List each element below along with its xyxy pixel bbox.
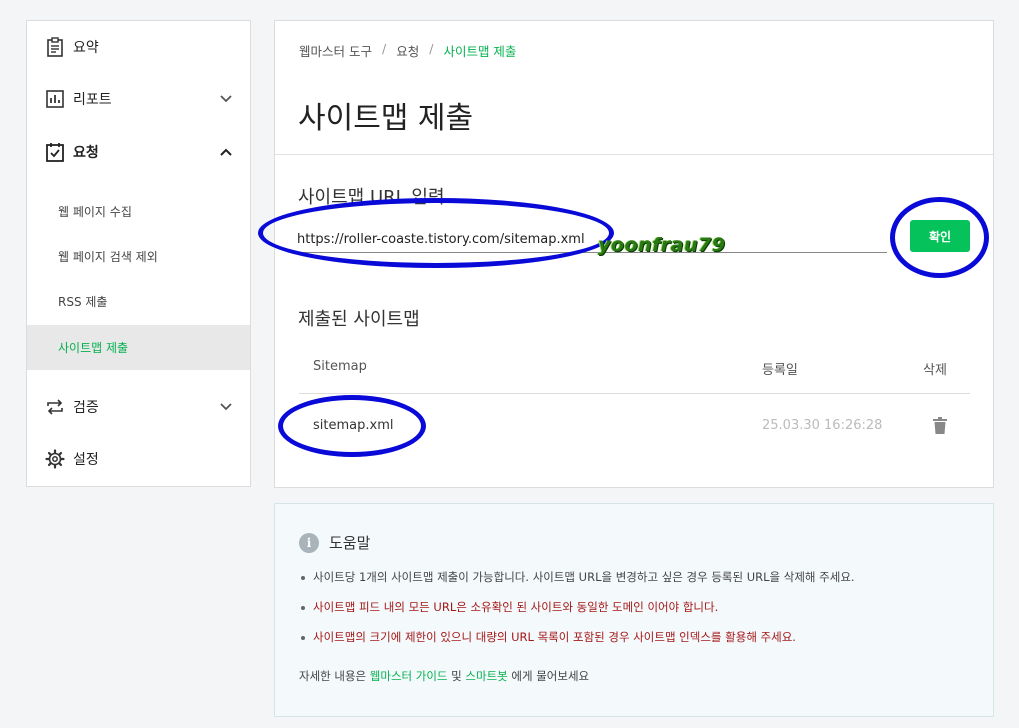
sidebar-item-label: 검증 [73, 400, 99, 416]
sidebar-item-report[interactable]: 리포트 [27, 74, 250, 124]
sidebar-item-summary[interactable]: 요약 [27, 22, 250, 72]
confirm-button[interactable]: 확인 [910, 220, 970, 252]
repeat-icon [45, 397, 65, 417]
table-cell-sitemap[interactable]: sitemap.xml [313, 418, 393, 433]
breadcrumb-separator: / [381, 41, 387, 56]
watermark-text: yoonfrau79 [598, 234, 726, 256]
sidebar-item-verify[interactable]: 검증 [27, 382, 250, 432]
help-title-text: 도움말 [329, 534, 371, 552]
breadcrumb-separator: / [429, 41, 434, 56]
sidebar-subitem-label: 웹 페이지 수집 [58, 205, 132, 219]
page-title: 사이트맵 제출 [298, 101, 474, 136]
checkbox-icon [45, 142, 65, 162]
table-header-date: 등록일 [762, 363, 798, 378]
chevron-down-icon[interactable] [218, 399, 234, 415]
sidebar-item-label: 요약 [73, 40, 99, 56]
breadcrumb-current: 사이트맵 제출 [443, 44, 517, 59]
sidebar-subitem-page-collect[interactable]: 웹 페이지 수집 [27, 189, 250, 234]
clipboard-icon [45, 37, 65, 57]
trash-icon[interactable] [933, 417, 947, 434]
help-item-warning: 사이트맵 피드 내의 모든 URL은 소유확인 된 사이트와 동일한 도메인 이… [299, 600, 855, 615]
help-footer: 자세한 내용은 웹마스터 가이드 및 스마트봇 에게 물어보세요 [299, 668, 589, 684]
sitemap-url-input[interactable] [297, 227, 887, 253]
sidebar-item-label: 설정 [73, 452, 99, 468]
sidebar-subitem-search-exclude[interactable]: 웹 페이지 검색 제외 [27, 234, 250, 279]
table-header-sitemap: Sitemap [313, 359, 367, 374]
sidebar-nav: 요약 리포트 요청 웹 페이지 수집 웹 페이지 검색 제외 RSS 제출 사이… [26, 20, 251, 487]
sidebar-subitem-sitemap[interactable]: 사이트맵 제출 [27, 325, 250, 370]
sidebar-item-label: 리포트 [73, 92, 112, 108]
help-item: 사이트당 1개의 사이트맵 제출이 가능합니다. 사이트맵 URL을 변경하고 … [299, 570, 855, 585]
sidebar-subitem-label: 웹 페이지 검색 제외 [58, 250, 158, 264]
breadcrumb: 웹마스터 도구 / 요청 / 사이트맵 제출 [299, 41, 516, 60]
help-footer-prefix: 자세한 내용은 [299, 669, 367, 683]
chevron-up-icon[interactable] [218, 144, 234, 160]
sidebar-subitem-label: 사이트맵 제출 [58, 341, 129, 355]
bar-chart-icon [45, 89, 65, 109]
sidebar-item-request[interactable]: 요청 [27, 127, 250, 177]
sidebar-item-settings[interactable]: 설정 [27, 434, 250, 484]
divider [275, 154, 993, 155]
table-divider [299, 393, 970, 394]
submitted-sitemap-title: 제출된 사이트맵 [298, 309, 420, 330]
chevron-down-icon[interactable] [218, 91, 234, 107]
smartbot-link[interactable]: 스마트봇 [465, 669, 507, 683]
sidebar-subitem-label: RSS 제출 [58, 295, 108, 309]
breadcrumb-item[interactable]: 웹마스터 도구 [299, 41, 372, 60]
help-item-warning: 사이트맵의 크기에 제한이 있으니 대량의 URL 목록이 포함된 경우 사이트… [299, 630, 855, 645]
url-input-label: 사이트맵 URL 입력 [298, 187, 445, 208]
info-icon: i [299, 532, 319, 553]
table-header-delete: 삭제 [923, 363, 947, 378]
sidebar-subitem-rss[interactable]: RSS 제출 [27, 279, 250, 324]
help-footer-mid: 및 [451, 669, 462, 683]
table-cell-date: 25.03.30 16:26:28 [762, 418, 883, 433]
breadcrumb-item[interactable]: 요청 [396, 41, 419, 60]
webmaster-guide-link[interactable]: 웹마스터 가이드 [370, 669, 448, 683]
help-list: 사이트당 1개의 사이트맵 제출이 가능합니다. 사이트맵 URL을 변경하고 … [299, 570, 855, 660]
gear-icon [45, 449, 65, 469]
sidebar-item-label: 요청 [73, 145, 99, 161]
help-footer-suffix: 에게 물어보세요 [511, 669, 590, 683]
help-title: i 도움말 [299, 532, 370, 553]
help-panel: i 도움말 사이트당 1개의 사이트맵 제출이 가능합니다. 사이트맵 URL을… [274, 503, 994, 717]
